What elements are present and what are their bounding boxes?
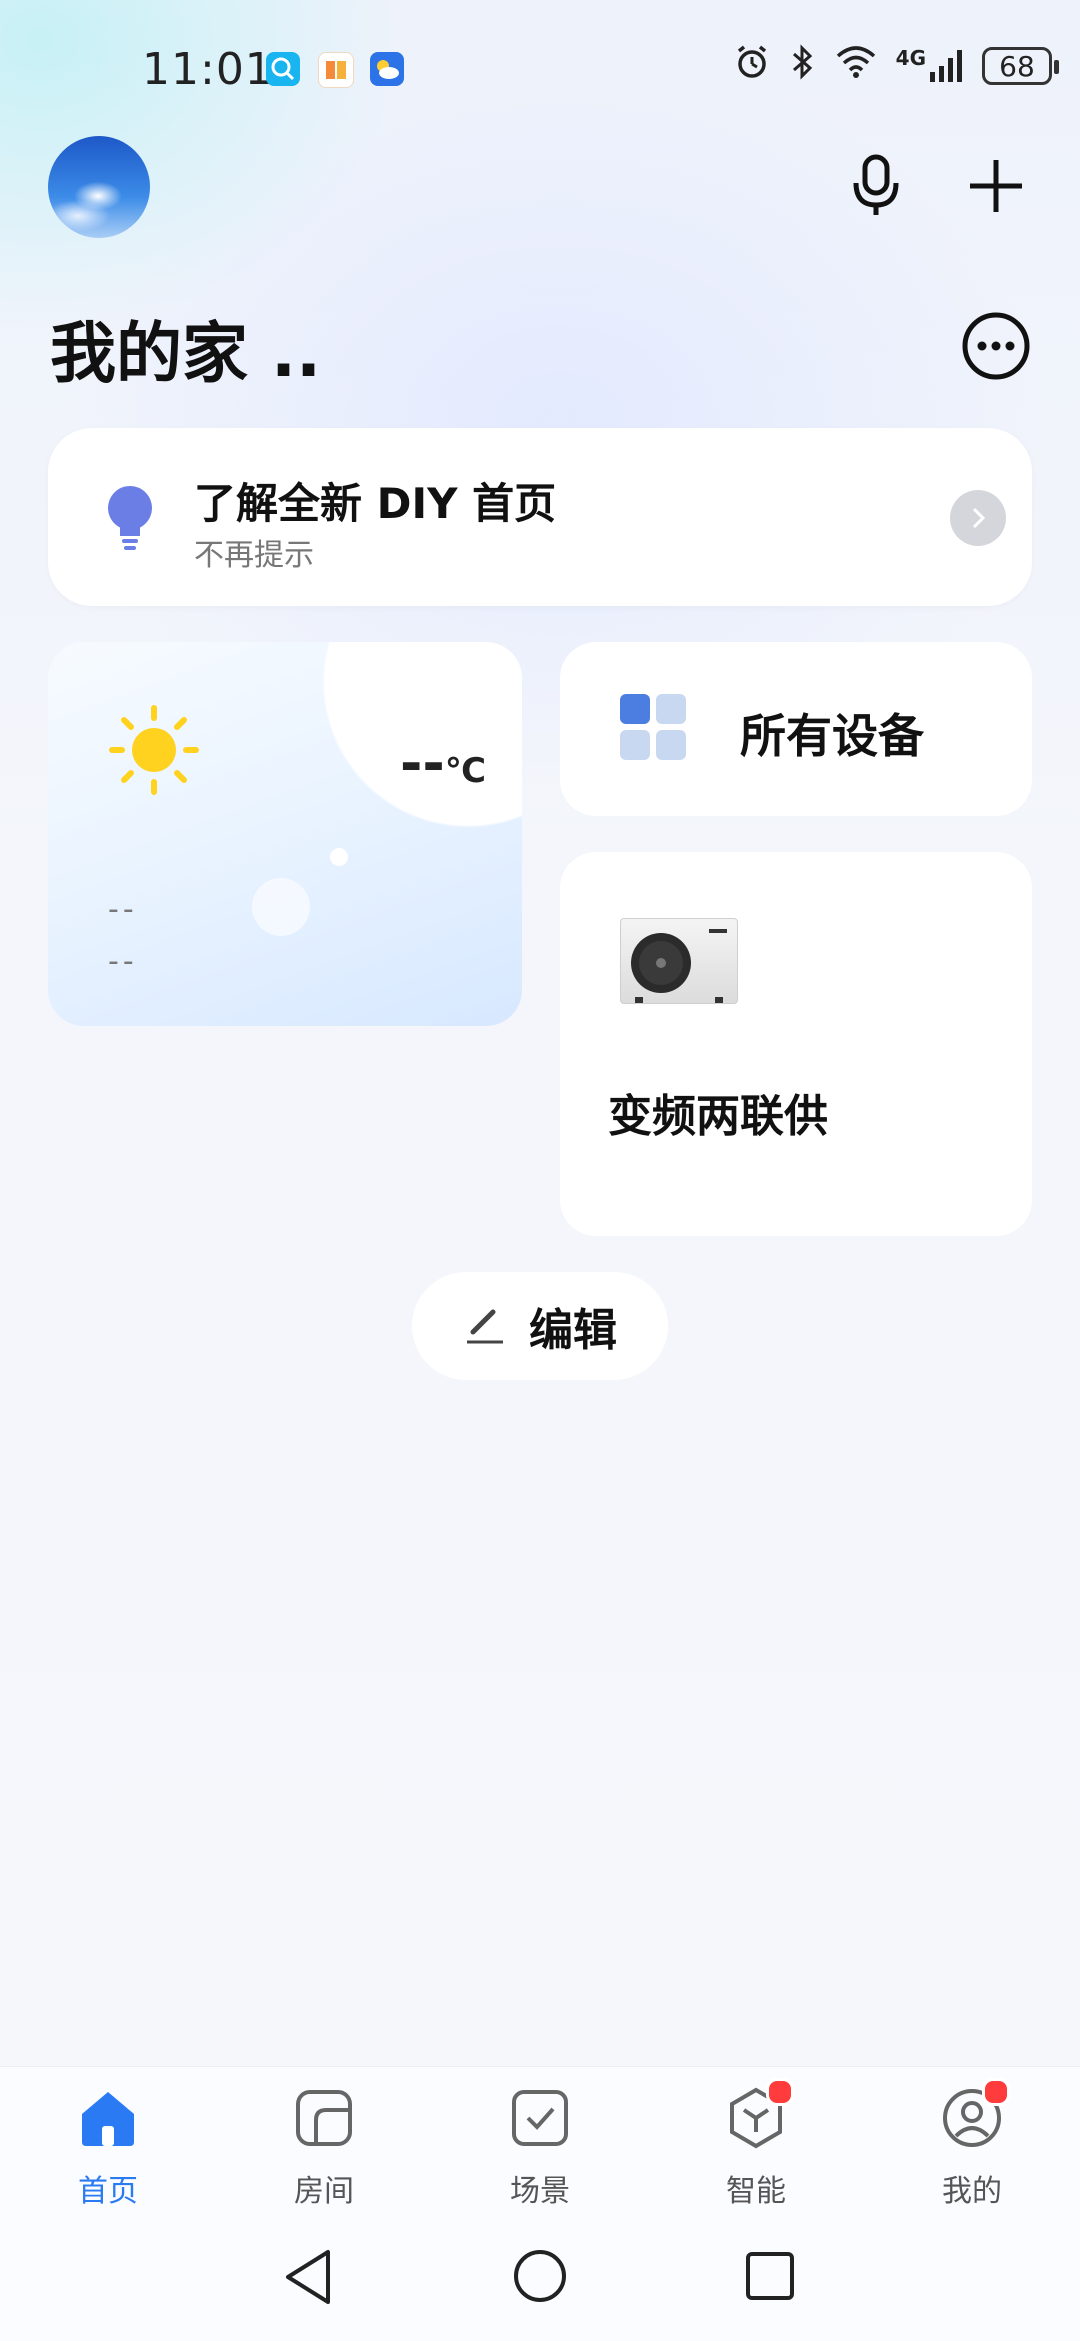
book-app-icon	[318, 52, 354, 88]
add-icon[interactable]	[960, 150, 1032, 222]
dismiss-tip-link[interactable]: 不再提示	[194, 530, 314, 574]
scene-icon	[508, 2086, 572, 2154]
nav-item-profile[interactable]: 我的	[892, 2078, 1052, 2210]
all-devices-label: 所有设备	[740, 709, 924, 763]
notification-badge	[766, 2078, 794, 2106]
avatar[interactable]	[48, 136, 150, 238]
page-title[interactable]: 我的家 ..	[50, 300, 321, 396]
nav-label-room: 房间	[294, 2174, 354, 2209]
nav-label-profile: 我的	[942, 2174, 1002, 2209]
weather-line-2: --	[108, 944, 138, 979]
decor-dot	[330, 848, 348, 866]
sun-icon	[106, 702, 202, 802]
device-name: 变频两联供	[608, 1091, 828, 1142]
smart-icon	[724, 2078, 794, 2154]
pencil-icon	[463, 1302, 507, 1350]
weather-card[interactable]: --℃ -- --	[48, 642, 522, 1026]
search-app-icon	[266, 52, 300, 86]
temperature-display: --℃	[400, 732, 486, 795]
nav-item-room[interactable]: 房间	[244, 2086, 404, 2210]
status-indicators: 4G 68	[732, 42, 1059, 90]
recents-square-icon[interactable]	[744, 2250, 796, 2306]
back-icon[interactable]	[282, 2248, 336, 2310]
room-icon	[292, 2086, 356, 2154]
microphone-icon[interactable]	[840, 150, 912, 222]
bluetooth-icon	[790, 42, 816, 90]
battery-indicator: 68	[982, 47, 1059, 85]
edit-button[interactable]: 编辑	[412, 1272, 668, 1380]
more-icon[interactable]	[960, 310, 1032, 382]
nav-item-scene[interactable]: 场景	[460, 2086, 620, 2210]
temperature-value: --	[400, 732, 445, 795]
profile-icon	[940, 2078, 1010, 2154]
status-time: 11:01	[142, 44, 274, 95]
nav-item-smart[interactable]: 智能	[676, 2078, 836, 2210]
nav-label-home: 首页	[78, 2174, 138, 2209]
cellular-icon: 4G	[896, 48, 964, 84]
home-icon	[76, 2086, 140, 2154]
home-circle-icon[interactable]	[512, 2248, 568, 2308]
device-card[interactable]	[560, 852, 1032, 1236]
heat-pump-unit-icon	[620, 918, 738, 1004]
grid-icon	[618, 692, 690, 768]
banner-title: 了解全新 DIY 首页	[194, 479, 557, 528]
notification-badge	[982, 2078, 1010, 2106]
nav-label-scene: 场景	[510, 2174, 570, 2209]
chevron-right-icon[interactable]	[950, 490, 1006, 546]
weather-line-1: --	[108, 892, 138, 927]
nav-item-home[interactable]: 首页	[28, 2086, 188, 2210]
temperature-unit: ℃	[444, 751, 486, 791]
weather-app-icon	[370, 52, 404, 86]
nav-label-smart: 智能	[726, 2174, 786, 2209]
lightbulb-icon	[98, 480, 162, 556]
edit-label: 编辑	[529, 1305, 617, 1356]
alarm-icon	[732, 42, 772, 90]
decor-bubble	[252, 878, 310, 936]
wifi-icon	[834, 44, 878, 88]
